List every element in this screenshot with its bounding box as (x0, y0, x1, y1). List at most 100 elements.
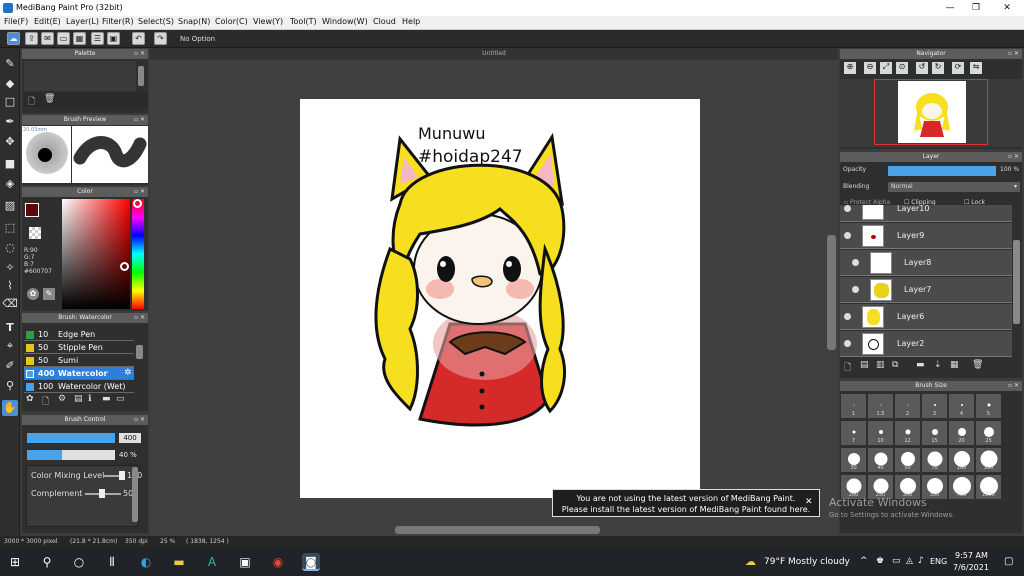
brush-size-preset[interactable]: 25 (976, 421, 1001, 445)
color-saturation-field[interactable] (62, 199, 130, 309)
list-icon[interactable]: ☰ (91, 32, 104, 45)
edge-icon[interactable]: ◐ (137, 553, 155, 571)
menu-cloud[interactable]: Cloud (373, 17, 396, 26)
menu-color[interactable]: Color(C) (215, 17, 248, 26)
menu-file[interactable]: File(F) (4, 17, 28, 26)
brush-size-preset[interactable]: 1 (841, 394, 866, 418)
pen-icon[interactable]: ✒ (2, 114, 18, 130)
task-view-icon[interactable]: ○ (70, 553, 88, 571)
panel-controls-icon[interactable]: ▫ ✕ (134, 313, 145, 323)
brush-opacity-slider[interactable] (27, 450, 115, 460)
brush-size-preset[interactable]: 30 (841, 448, 866, 472)
brush-settings-icon[interactable]: ✲ (124, 367, 132, 380)
store-icon[interactable]: ▣ (236, 553, 254, 571)
lasso-icon[interactable]: ◌ (2, 240, 18, 256)
brush-size-preset[interactable]: 12 (895, 421, 920, 445)
people-icon[interactable]: ♚ (876, 556, 884, 566)
layer-opacity-slider[interactable] (888, 166, 996, 176)
maximize-button[interactable]: ❐ (970, 2, 982, 14)
search-icon[interactable]: ⚲ (38, 553, 56, 571)
undo-icon[interactable]: ↶ (132, 32, 145, 45)
foreground-color-swatch[interactable] (25, 203, 39, 217)
gradient-icon[interactable]: ▨ (2, 198, 18, 214)
add-layer-icon[interactable]: 🗋 (844, 360, 851, 376)
eyedropper-icon[interactable]: ✐ (2, 358, 18, 374)
select-icon[interactable]: ⬚ (2, 220, 18, 236)
menu-help[interactable]: Help (402, 17, 420, 26)
windows-start-icon[interactable]: ⊞ (6, 553, 24, 571)
minimize-button[interactable]: — (944, 2, 956, 14)
brush-size-preset[interactable]: 3 (922, 394, 947, 418)
brush-size-preset[interactable]: 150 (976, 448, 1001, 472)
transparent-swatch[interactable] (29, 227, 41, 239)
brush-item-stipple-pen[interactable]: 50 Stipple Pen (24, 341, 134, 354)
hand-icon[interactable]: ✋ (2, 400, 18, 416)
upload-icon[interactable]: ⇪ (25, 32, 38, 45)
palette-swatches[interactable] (24, 61, 136, 91)
eye-icon[interactable] (844, 313, 851, 320)
add-layer-8bit-icon[interactable]: ▥ (876, 360, 885, 370)
brush-size-value[interactable]: 400 (119, 433, 141, 443)
bucket-icon[interactable]: ◈ (2, 176, 18, 192)
brush-size-preset[interactable]: 70 (922, 448, 947, 472)
canvas-tab[interactable]: Untitled (150, 48, 838, 60)
redo-icon[interactable]: ↷ (154, 32, 167, 45)
canvas-horizontal-scrollbar[interactable] (395, 526, 600, 534)
brush-size-preset[interactable]: 2 (895, 394, 920, 418)
magic-wand-icon[interactable]: ✧ (2, 260, 18, 276)
brush-item-watercolor[interactable]: 400 Watercolor ✲ (24, 367, 134, 380)
hue-handle[interactable] (133, 199, 142, 208)
brush-size-preset[interactable]: 1000 (976, 475, 1001, 499)
close-button[interactable]: ✕ (1001, 2, 1013, 14)
battery-icon[interactable]: ▭ (892, 556, 901, 566)
clock-time[interactable]: 9:57 AM (955, 551, 988, 560)
panel-controls-icon[interactable]: ▫ ✕ (134, 187, 145, 197)
brush-icon[interactable]: ✎ (2, 56, 18, 72)
brush-size-preset[interactable]: 1.5 (868, 394, 893, 418)
menu-layer[interactable]: Layer(L) (66, 17, 99, 26)
file-explorer-icon[interactable]: ▬ (170, 553, 188, 571)
eye-icon[interactable] (844, 232, 851, 239)
layer-row-6[interactable]: Layer6 (840, 304, 1012, 330)
select-eraser-icon[interactable]: ⌫ (2, 296, 18, 312)
brush-cloud-icon[interactable]: ✿ (26, 394, 34, 404)
color-picker-handle[interactable] (120, 262, 129, 271)
panel-controls-icon[interactable]: ▫ ✕ (1008, 49, 1019, 59)
task-switch-icon[interactable]: ⫴ (103, 553, 121, 571)
color-wheel-icon[interactable]: ✿ (27, 288, 39, 300)
fit-icon[interactable]: ⤢ (880, 62, 892, 74)
hue-slider[interactable] (132, 199, 144, 309)
blending-select[interactable]: Normal ▾ (888, 182, 1020, 192)
medibang-icon[interactable]: ◙ (302, 553, 320, 571)
panel-controls-icon[interactable]: ▫ ✕ (134, 415, 145, 425)
layer-row-7[interactable]: Layer7 (840, 277, 1012, 303)
brush-size-preset[interactable]: 10 (868, 421, 893, 445)
brush-list-scrollbar[interactable] (136, 345, 143, 359)
panel-controls-icon[interactable]: ▫ ✕ (134, 115, 145, 125)
complement-handle[interactable] (99, 489, 105, 498)
brush-size-preset[interactable]: 7 (841, 421, 866, 445)
layer-row-9[interactable]: Layer9 (840, 223, 1012, 249)
select-pen-icon[interactable]: ⌇ (2, 278, 18, 294)
add-brush-icon[interactable]: 🗋 (42, 394, 49, 410)
panel-icon[interactable]: ▭ (57, 32, 70, 45)
eye-icon[interactable] (852, 259, 859, 266)
layer-folder-icon[interactable]: ▬ (916, 360, 925, 370)
brush-size-preset[interactable]: 5 (976, 394, 1001, 418)
menu-snap[interactable]: Snap(N) (178, 17, 210, 26)
volume-icon[interactable]: ♪ (918, 556, 924, 566)
delete-layer-icon[interactable]: 🗑 (972, 360, 983, 370)
weather-icon[interactable]: ☁ (745, 555, 756, 568)
zoom-out-icon[interactable]: ⊖ (864, 62, 876, 74)
eye-icon[interactable] (852, 286, 859, 293)
panel-controls-icon[interactable]: ▫ ✕ (1008, 381, 1019, 391)
rotate-left-icon[interactable]: ↺ (916, 62, 928, 74)
layer-row-10[interactable]: Layer10 (840, 205, 1012, 222)
eye-icon[interactable] (844, 205, 851, 212)
panel-controls-icon[interactable]: ▫ ✕ (134, 49, 145, 59)
language-indicator[interactable]: ENG (930, 557, 947, 566)
palette-scrollbar[interactable] (138, 66, 144, 86)
grid-icon[interactable]: ▦ (73, 32, 86, 45)
delete-palette-icon[interactable]: 🗑 (44, 94, 55, 104)
menu-select[interactable]: Select(S) (138, 17, 174, 26)
